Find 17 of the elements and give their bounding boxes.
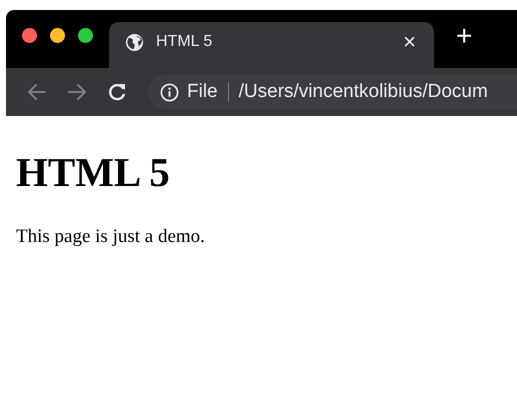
globe-icon xyxy=(125,32,144,52)
address-bar[interactable]: File /Users/vincentkolibius/Docum xyxy=(148,74,517,110)
page-paragraph: This page is just a demo. xyxy=(16,225,205,250)
page-heading: HTML 5 xyxy=(16,148,170,197)
info-icon[interactable] xyxy=(160,82,179,102)
window-control-button[interactable] xyxy=(50,28,65,42)
reload-icon xyxy=(106,81,128,103)
window-control-button[interactable] xyxy=(78,28,93,42)
browser-tab[interactable]: HTML 5 × xyxy=(109,22,434,68)
tab-close-button[interactable]: × xyxy=(401,31,418,53)
new-tab-button[interactable]: + xyxy=(450,22,478,50)
arrow-icon xyxy=(26,81,48,103)
window-control-button[interactable] xyxy=(22,28,37,42)
url-text: /Users/vincentkolibius/Docum xyxy=(238,80,488,104)
url-scheme: File xyxy=(187,80,218,104)
arrow-icon xyxy=(66,81,88,103)
tab-title: HTML 5 xyxy=(156,32,214,52)
